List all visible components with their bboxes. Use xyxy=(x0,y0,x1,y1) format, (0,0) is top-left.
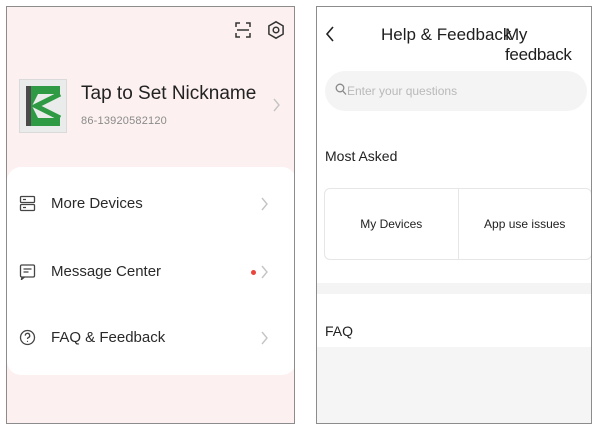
search-bar[interactable] xyxy=(325,71,587,111)
section-divider xyxy=(317,283,591,294)
tile-app-use-issues[interactable]: App use issues xyxy=(457,189,592,259)
devices-icon xyxy=(19,195,36,212)
menu-item-faq-feedback[interactable]: FAQ & Feedback xyxy=(7,309,294,369)
back-arrow-icon[interactable] xyxy=(325,25,335,43)
phone-number: 86-13920582120 xyxy=(81,115,167,127)
question-icon xyxy=(19,329,36,346)
menu-card: More Devices Message Center FAQ & Feedba… xyxy=(7,167,294,375)
chevron-right-icon xyxy=(261,197,268,211)
most-asked-heading: Most Asked xyxy=(325,148,398,164)
page-title: Help & Feedback xyxy=(381,25,512,44)
chevron-right-icon[interactable] xyxy=(272,98,281,112)
message-icon xyxy=(19,264,36,280)
search-input[interactable] xyxy=(347,71,577,111)
help-feedback-screen: Help & Feedback My feedback Most Asked M… xyxy=(316,6,592,424)
nickname-label[interactable]: Tap to Set Nickname xyxy=(81,83,256,105)
brand-logo-icon xyxy=(26,86,62,126)
chevron-right-icon xyxy=(261,265,268,279)
menu-item-message-center[interactable]: Message Center xyxy=(7,243,294,303)
unread-dot xyxy=(251,270,256,275)
my-feedback-link[interactable]: My feedback xyxy=(505,25,591,65)
menu-item-label: FAQ & Feedback xyxy=(51,329,166,346)
avatar[interactable] xyxy=(19,79,67,133)
most-asked-tiles: My Devices App use issues xyxy=(324,188,592,260)
menu-item-label: More Devices xyxy=(51,195,143,212)
menu-item-more-devices[interactable]: More Devices xyxy=(7,175,294,235)
settings-icon[interactable] xyxy=(265,19,287,41)
faq-heading: FAQ xyxy=(325,323,354,339)
search-icon xyxy=(335,83,347,95)
faq-list xyxy=(317,347,591,423)
tile-my-devices[interactable]: My Devices xyxy=(325,189,458,259)
profile-screen: Tap to Set Nickname 86-13920582120 More … xyxy=(6,6,295,424)
menu-item-label: Message Center xyxy=(51,263,162,280)
scan-icon[interactable] xyxy=(232,19,254,41)
chevron-right-icon xyxy=(261,331,268,345)
